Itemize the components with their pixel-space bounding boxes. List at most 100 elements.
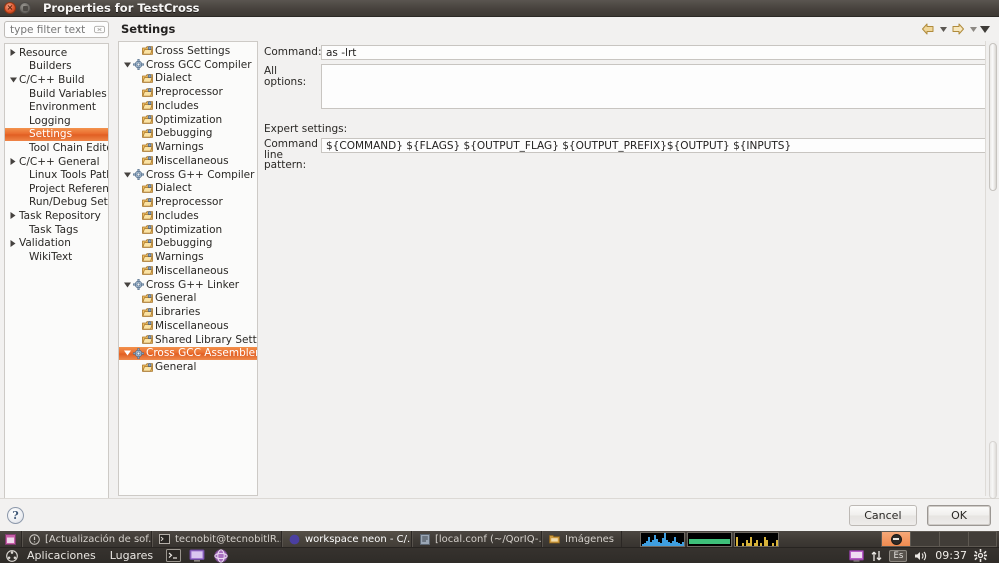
gear-icon[interactable] — [974, 548, 987, 563]
tool-tree-item-warnings[interactable]: Warnings — [119, 140, 257, 154]
chevron-collapsed-icon[interactable] — [8, 212, 18, 220]
tool-tree-item-includes[interactable]: Includes — [119, 209, 257, 223]
volume-icon[interactable] — [914, 548, 928, 563]
tool-tree-item-cross-g-linker[interactable]: Cross G++ Linker — [119, 278, 257, 292]
tool-tree-item-libraries[interactable]: Libraries — [119, 305, 257, 319]
monitor-bar — [772, 542, 775, 546]
sidebar-item-tool-chain-editor[interactable]: Tool Chain Editor — [5, 141, 108, 155]
keyboard-layout-indicator[interactable]: Es — [889, 549, 908, 562]
forward-menu-chevron-down-icon[interactable] — [968, 22, 978, 36]
cancel-button[interactable]: Cancel — [849, 504, 917, 526]
sidebar-item-build-variables[interactable]: Build Variables — [5, 87, 108, 101]
clock[interactable]: 09:37 — [935, 549, 967, 562]
chevron-collapsed-icon[interactable] — [8, 239, 18, 247]
workspace-3[interactable] — [939, 531, 968, 547]
network-monitor[interactable] — [734, 531, 780, 547]
tool-tree-item-dialect[interactable]: Dialect — [119, 72, 257, 86]
all-options-textarea[interactable] — [321, 64, 998, 109]
clear-field-icon[interactable] — [94, 24, 105, 35]
tool-tree-item-preprocessor[interactable]: Preprocessor — [119, 85, 257, 99]
help-button[interactable]: ? — [7, 506, 24, 524]
tool-tree-item-optimization[interactable]: Optimization — [119, 223, 257, 237]
tool-tree-item-label: Shared Library Settings — [155, 333, 257, 346]
forward-arrow-icon[interactable] — [950, 21, 966, 37]
menu-aplicaciones[interactable]: Aplicaciones — [20, 548, 103, 563]
tool-tree-item-miscellaneous[interactable]: Miscellaneous — [119, 154, 257, 168]
sidebar-item-task-tags[interactable]: Task Tags — [5, 223, 108, 237]
ubuntu-logo-icon[interactable] — [5, 549, 18, 562]
tool-tree-item-warnings[interactable]: Warnings — [119, 250, 257, 264]
chevron-expanded-icon[interactable] — [8, 77, 18, 83]
view-menu-icon[interactable] — [980, 22, 990, 36]
tool-tree-item-miscellaneous[interactable]: Miscellaneous — [119, 319, 257, 333]
taskbar-window-item[interactable]: [local.conf (~/QorIQ-... — [412, 531, 542, 547]
command-line-pattern-input[interactable] — [321, 138, 998, 153]
chevron-expanded-icon[interactable] — [123, 350, 132, 356]
sidebar-item-c-c-build[interactable]: C/C++ Build — [5, 73, 108, 87]
tool-tree-item-debugging[interactable]: Debugging — [119, 127, 257, 141]
back-menu-chevron-down-icon[interactable] — [938, 22, 948, 36]
chevron-expanded-icon[interactable] — [123, 282, 132, 288]
properties-dialog: × Properties for TestCross ResourceBuild… — [0, 0, 999, 531]
scrollbar-thumb[interactable] — [989, 43, 997, 191]
tool-settings-tree[interactable]: Cross Settings Cross GCC Compiler Dialect P… — [118, 41, 258, 496]
tool-tree-item-cross-gcc-compiler[interactable]: Cross GCC Compiler — [119, 58, 257, 72]
tool-tree-item-debugging[interactable]: Debugging — [119, 237, 257, 251]
chevron-collapsed-icon[interactable] — [8, 49, 18, 57]
sidebar-item-logging[interactable]: Logging — [5, 114, 108, 128]
sidebar-item-settings[interactable]: Settings — [5, 127, 108, 142]
workspace-2[interactable] — [910, 531, 939, 547]
display-icon[interactable] — [849, 548, 865, 563]
network-updown-icon[interactable] — [871, 548, 882, 563]
tool-tree-item-optimization[interactable]: Optimization — [119, 113, 257, 127]
tool-tree-item-cross-settings[interactable]: Cross Settings — [119, 44, 257, 58]
back-arrow-icon[interactable] — [920, 21, 936, 37]
terminal-launcher[interactable] — [162, 548, 184, 563]
tool-tree-item-preprocessor[interactable]: Preprocessor — [119, 195, 257, 209]
sidebar-item-builders[interactable]: Builders — [5, 60, 108, 74]
tool-tree-item-general[interactable]: General — [119, 292, 257, 306]
tool-tree-item-shared-library-settings[interactable]: Shared Library Settings — [119, 333, 257, 347]
taskbar-window-item[interactable]: workspace neon - C/... — [282, 531, 412, 547]
taskbar-window-item[interactable]: Imágenes — [542, 531, 623, 547]
chevron-expanded-icon[interactable] — [123, 172, 132, 178]
page-scrollbar[interactable] — [985, 41, 998, 499]
taskbar-window-label: Imágenes — [565, 533, 615, 545]
command-input[interactable] — [321, 45, 998, 60]
tool-tree-item-cross-gcc-assembler[interactable]: Cross GCC Assembler — [119, 346, 257, 361]
sidebar-item-run-debug-settings[interactable]: Run/Debug Settings — [5, 196, 108, 210]
tool-tree-item-dialect[interactable]: Dialect — [119, 182, 257, 196]
window-close-icon[interactable]: × — [4, 2, 16, 14]
taskbar-window-item[interactable]: tecnobit@tecnobitlR... — [152, 531, 282, 547]
tool-tree-item-label: Cross G++ Linker — [146, 278, 240, 291]
workspace-1[interactable] — [881, 531, 910, 547]
sidebar-item-linux-tools-path[interactable]: Linux Tools Path — [5, 168, 108, 182]
ok-button[interactable]: OK — [927, 504, 991, 526]
sidebar-item-project-references[interactable]: Project References — [5, 182, 108, 196]
tool-tree-item-general[interactable]: General — [119, 360, 257, 374]
sidebar-item-validation[interactable]: Validation — [5, 236, 108, 250]
sidebar-item-task-repository[interactable]: Task Repository — [5, 209, 108, 223]
memory-monitor[interactable] — [687, 531, 733, 547]
taskbar-window-item[interactable]: [Actualización de sof... — [22, 531, 152, 547]
tool-tree-item-miscellaneous[interactable]: Miscellaneous — [119, 264, 257, 278]
sidebar-item-wikitext[interactable]: WikiText — [5, 250, 108, 264]
chevron-collapsed-icon[interactable] — [8, 158, 18, 166]
show-desktop-icon[interactable] — [0, 531, 22, 547]
tool-tree-item-includes[interactable]: Includes — [119, 99, 257, 113]
sidebar-item-c-c-general[interactable]: C/C++ General — [5, 155, 108, 169]
page-nav-icons — [920, 21, 990, 37]
tool-tree-item-cross-g-compiler[interactable]: Cross G++ Compiler — [119, 168, 257, 182]
chevron-expanded-icon[interactable] — [123, 62, 132, 68]
window-maximize-icon[interactable] — [19, 2, 31, 14]
cpu-monitor[interactable] — [640, 531, 686, 547]
workspace-4[interactable] — [968, 531, 997, 547]
sidebar-item-environment[interactable]: Environment — [5, 100, 108, 114]
remote-desktop-launcher[interactable] — [186, 548, 208, 563]
sidebar-item-resource[interactable]: Resource — [5, 46, 108, 60]
scrollbar-lower-track[interactable] — [989, 441, 997, 499]
browser-launcher[interactable] — [210, 548, 232, 563]
workspace-switcher[interactable] — [881, 531, 997, 547]
properties-page-tree[interactable]: Resource Builders C/C++ Build Build Variabl… — [4, 43, 109, 498]
menu-lugares[interactable]: Lugares — [103, 548, 160, 563]
